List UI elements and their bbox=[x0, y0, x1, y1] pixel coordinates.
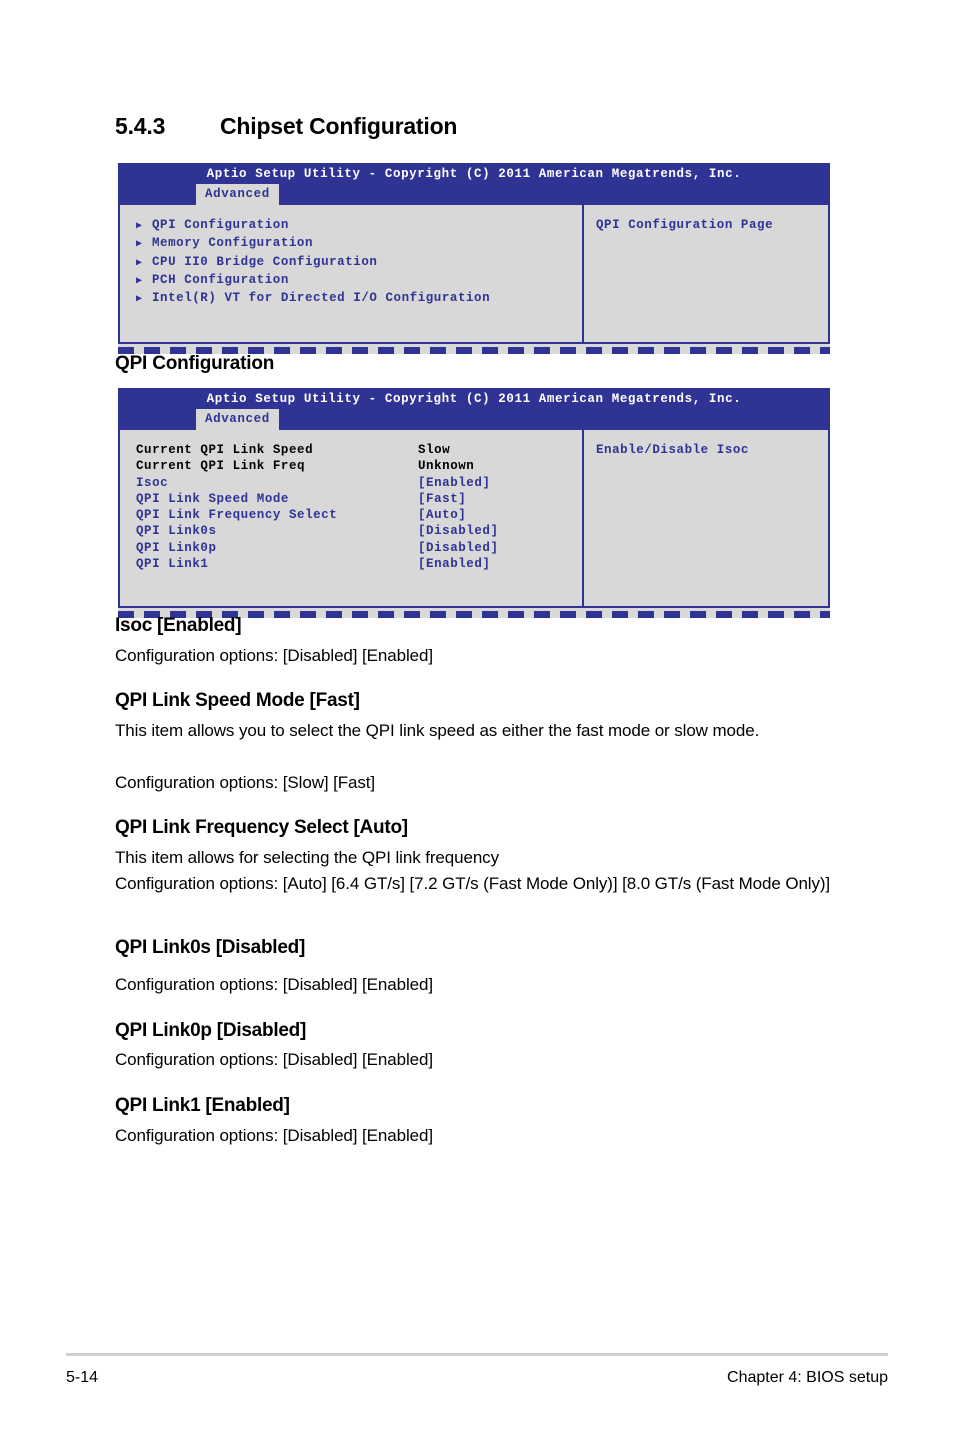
bios-option-row-current-qpi-link-speed: Current QPI Link Speed Slow bbox=[136, 442, 582, 458]
bios-tab-advanced[interactable]: Advanced bbox=[196, 409, 279, 430]
bios-title-text: Aptio Setup Utility - Copyright (C) 2011… bbox=[206, 392, 742, 406]
bios-option-row-qpi-link0p[interactable]: QPI Link0p [Disabled] bbox=[136, 540, 582, 556]
item-body-qpi-link1: Configuration options: [Disabled] [Enabl… bbox=[115, 1126, 433, 1145]
footer-divider bbox=[66, 1353, 888, 1356]
item-body-qpi-link0p: Configuration options: [Disabled] [Enabl… bbox=[115, 1050, 433, 1069]
bios-option-row-isoc[interactable]: Isoc [Enabled] bbox=[136, 475, 582, 491]
bios-option-value[interactable]: [Enabled] bbox=[418, 475, 490, 491]
triangle-right-icon: ▶ bbox=[136, 275, 143, 287]
bios-menu-item-pch-configuration[interactable]: ▶ PCH Configuration bbox=[136, 272, 582, 290]
item-body-qpi-link-frequency-select-options: Configuration options: [Auto] [6.4 GT/s]… bbox=[115, 874, 831, 893]
bios-menu-item-qpi-configuration[interactable]: ▶ QPI Configuration bbox=[136, 217, 582, 235]
bios-panel-spacer bbox=[136, 308, 582, 332]
bios-option-label: Current QPI Link Speed bbox=[136, 443, 314, 457]
bios-option-value[interactable]: [Disabled] bbox=[418, 523, 499, 539]
item-body-isoc: Configuration options: [Disabled] [Enabl… bbox=[115, 646, 433, 665]
triangle-right-icon: ▶ bbox=[136, 239, 143, 251]
bios-menu-item-memory-configuration[interactable]: ▶ Memory Configuration bbox=[136, 235, 582, 253]
item-title-qpi-link1: QPI Link1 [Enabled] bbox=[115, 1095, 290, 1116]
item-body-qpi-link-speed-mode-options: Configuration options: [Slow] [Fast] bbox=[115, 773, 376, 792]
section-title: Chipset Configuration bbox=[220, 113, 458, 139]
bios-option-label: QPI Link0p bbox=[136, 540, 217, 555]
bios-menu-item-label: PCH Configuration bbox=[152, 272, 289, 287]
page-title: 5.4.3 Chipset Configuration bbox=[115, 113, 457, 140]
triangle-right-icon: ▶ bbox=[136, 221, 143, 232]
triangle-right-icon: ▶ bbox=[136, 294, 143, 306]
bios-option-label: QPI Link0s bbox=[136, 524, 217, 539]
section-number: 5.4.3 bbox=[115, 113, 166, 139]
item-body-qpi-link-speed-mode-desc: This item allows you to select the QPI l… bbox=[115, 721, 760, 740]
bios-menu-item-intel-vt-directed-io-configuration[interactable]: ▶ Intel(R) VT for Directed I/O Configura… bbox=[136, 290, 582, 308]
bios-screenshot-qpi: Aptio Setup Utility - Copyright (C) 2011… bbox=[118, 388, 830, 619]
bios-menu-item-label: Memory Configuration bbox=[152, 236, 314, 251]
bios-option-row-qpi-link0s[interactable]: QPI Link0s [Disabled] bbox=[136, 523, 582, 539]
bios-menu-item-cpu-iio-bridge-configuration[interactable]: ▶ CPU II0 Bridge Configuration bbox=[136, 254, 582, 272]
triangle-right-icon: ▶ bbox=[136, 257, 143, 269]
bios-menu-item-label: Intel(R) VT for Directed I/O Configurati… bbox=[152, 291, 491, 306]
bios-menu-item-label: QPI Configuration bbox=[152, 218, 289, 232]
item-title-qpi-link-frequency-select: QPI Link Frequency Select [Auto] bbox=[115, 817, 408, 838]
subsection-title: QPI Configuration bbox=[115, 353, 275, 374]
bios-body: Current QPI Link Speed Slow Current QPI … bbox=[118, 430, 830, 609]
item-title-isoc: Isoc [Enabled] bbox=[115, 615, 242, 636]
bios-option-value[interactable]: [Fast] bbox=[418, 491, 466, 507]
bios-help-text: QPI Configuration Page bbox=[596, 218, 774, 232]
bios-option-row-qpi-link-speed-mode[interactable]: QPI Link Speed Mode [Fast] bbox=[136, 491, 582, 507]
bios-option-value: Unknown bbox=[418, 459, 475, 474]
item-title-qpi-link-speed-mode: QPI Link Speed Mode [Fast] bbox=[115, 690, 360, 711]
bios-panel-spacer bbox=[136, 572, 582, 596]
bios-body: ▶ QPI Configuration ▶ Memory Configurati… bbox=[118, 205, 830, 345]
bios-titlebar: Aptio Setup Utility - Copyright (C) 2011… bbox=[118, 163, 830, 205]
bios-options-panel: Current QPI Link Speed Slow Current QPI … bbox=[120, 430, 584, 607]
bios-option-value[interactable]: [Disabled] bbox=[418, 540, 499, 556]
bios-option-row-current-qpi-link-freq: Current QPI Link Freq Unknown bbox=[136, 458, 582, 474]
bios-option-value[interactable]: [Auto] bbox=[418, 507, 466, 523]
item-title-qpi-link0s: QPI Link0s [Disabled] bbox=[115, 937, 306, 958]
manual-page: 5.4.3 Chipset Configuration Aptio Setup U… bbox=[0, 0, 954, 1438]
bios-menu-item-label: CPU II0 Bridge Configuration bbox=[152, 254, 378, 269]
bios-help-text: Enable/Disable Isoc bbox=[596, 443, 749, 457]
bios-option-value[interactable]: [Enabled] bbox=[418, 556, 490, 572]
bios-menu-panel: ▶ QPI Configuration ▶ Memory Configurati… bbox=[120, 205, 584, 343]
bios-help-panel: Enable/Disable Isoc bbox=[584, 430, 828, 606]
bios-screenshot-chipset: Aptio Setup Utility - Copyright (C) 2011… bbox=[118, 163, 830, 355]
item-title-qpi-link0p: QPI Link0p [Disabled] bbox=[115, 1020, 307, 1041]
item-body-qpi-link0s: Configuration options: [Disabled] [Enabl… bbox=[115, 975, 433, 994]
bios-option-label: QPI Link1 bbox=[136, 557, 209, 572]
bios-help-panel: QPI Configuration Page bbox=[584, 205, 828, 342]
bios-option-label: Current QPI Link Freq bbox=[136, 459, 306, 474]
item-body-qpi-link-frequency-select-desc: This item allows for selecting the QPI l… bbox=[115, 848, 499, 867]
bios-option-label: QPI Link Frequency Select bbox=[136, 508, 338, 523]
footer-chapter-label: Chapter 4: BIOS setup bbox=[727, 1369, 888, 1386]
bios-title-text: Aptio Setup Utility - Copyright (C) 2011… bbox=[206, 167, 742, 181]
bios-option-label: QPI Link Speed Mode bbox=[136, 491, 289, 506]
bios-option-label: Isoc bbox=[136, 475, 169, 490]
bios-tab-advanced[interactable]: Advanced bbox=[196, 184, 279, 205]
footer-page-number: 5-14 bbox=[66, 1369, 99, 1386]
bios-titlebar: Aptio Setup Utility - Copyright (C) 2011… bbox=[118, 388, 830, 430]
bios-option-row-qpi-link-frequency-select[interactable]: QPI Link Frequency Select [Auto] bbox=[136, 507, 582, 523]
bios-option-value: Slow bbox=[418, 443, 451, 457]
bios-option-row-qpi-link1[interactable]: QPI Link1 [Enabled] bbox=[136, 556, 582, 572]
